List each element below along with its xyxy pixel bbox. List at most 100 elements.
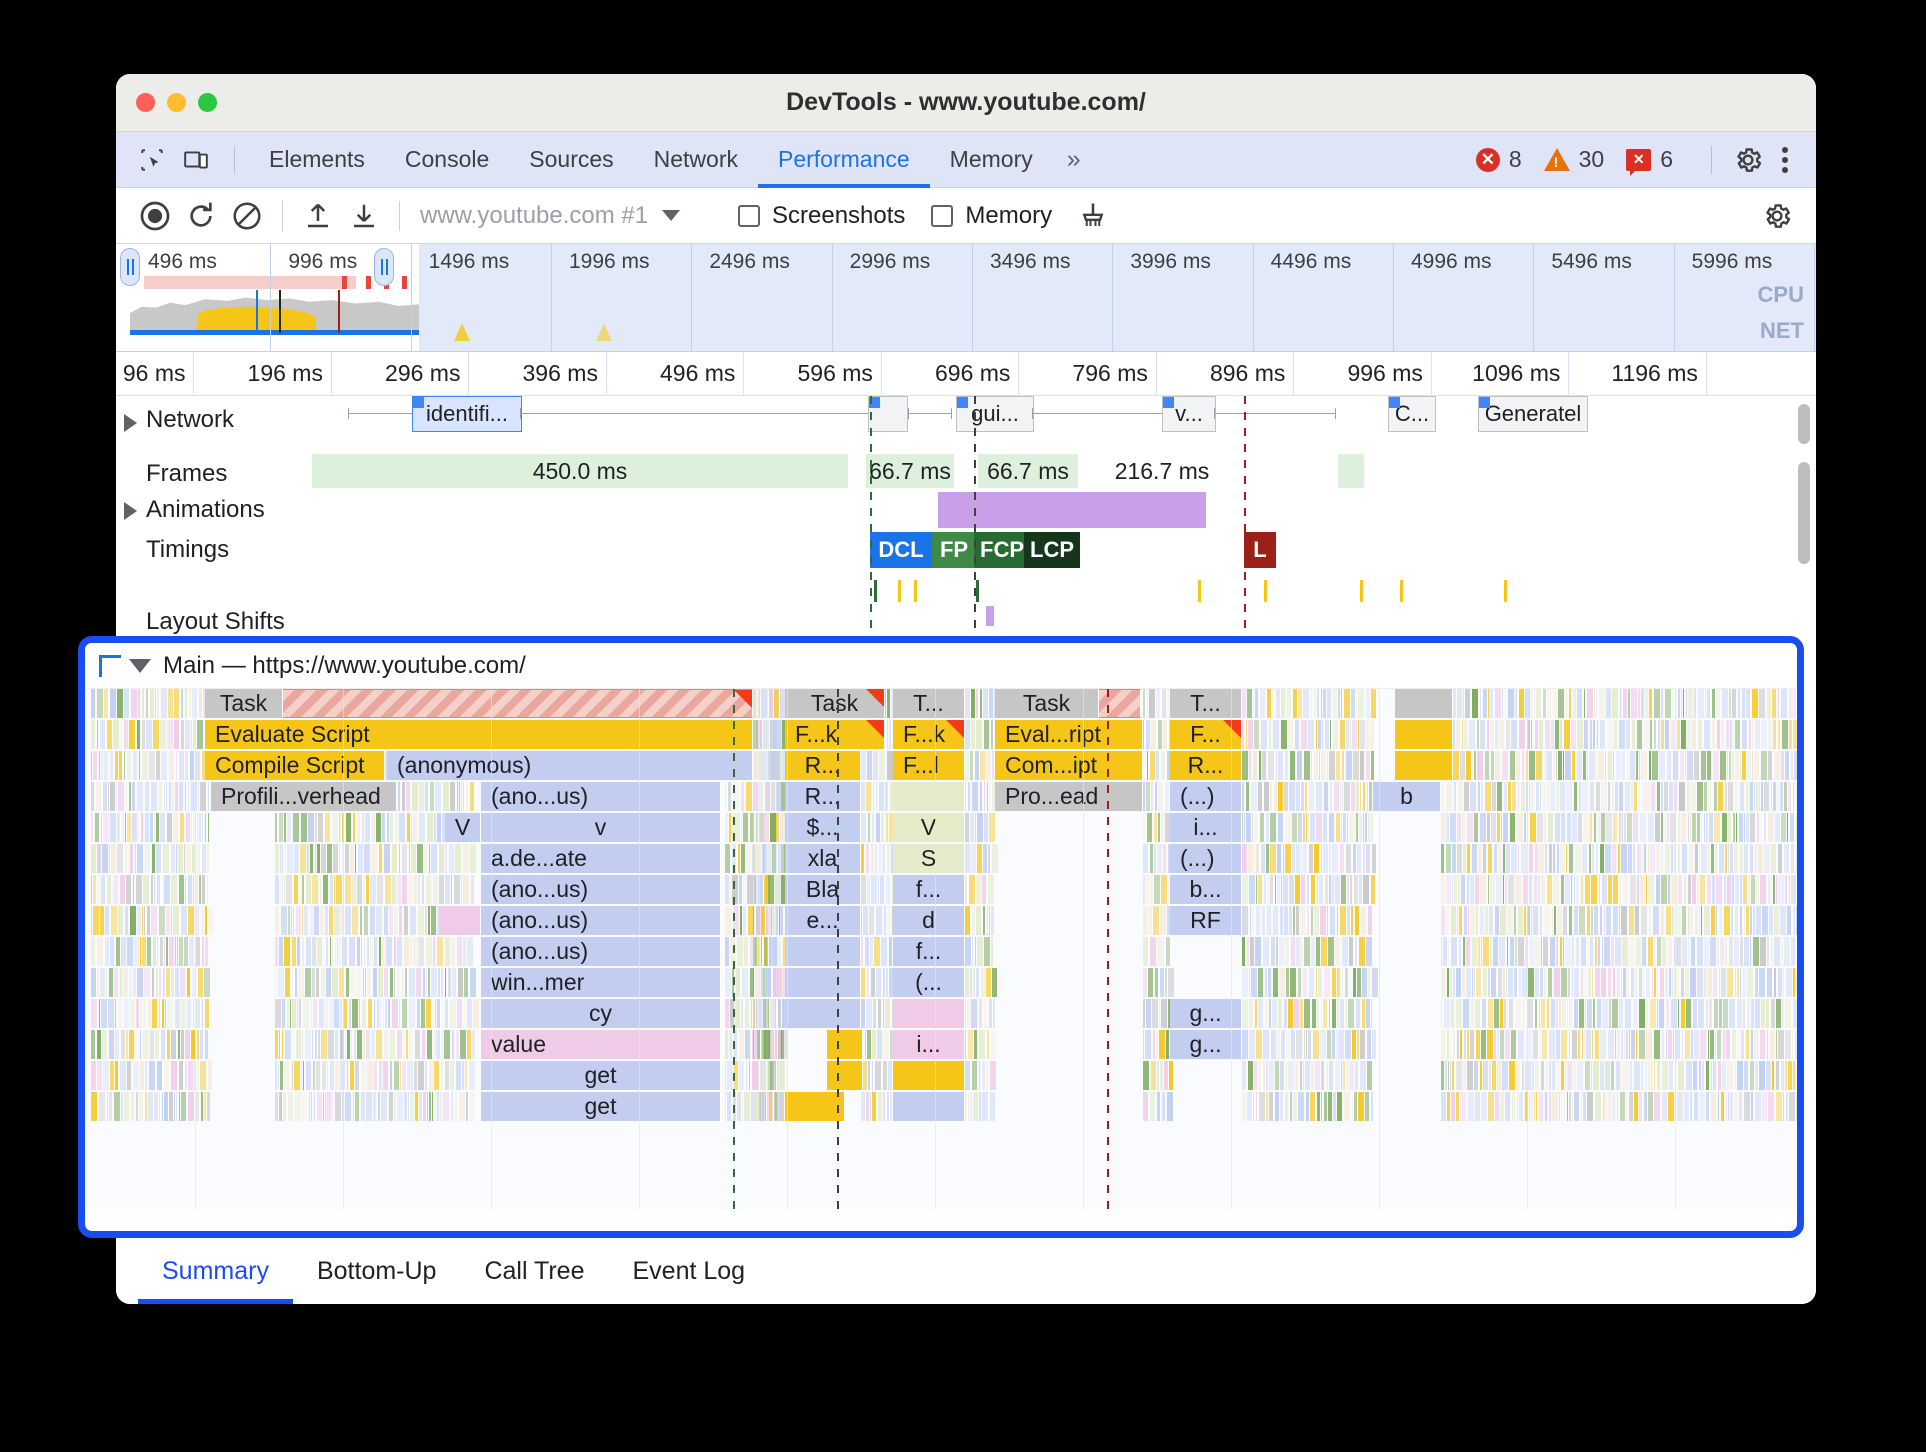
flame-micro-bar[interactable] [1719,999,1722,1028]
flame-micro-bar[interactable] [1575,844,1581,873]
flame-micro-bar[interactable] [1143,1030,1144,1059]
flame-micro-bar[interactable] [1732,875,1734,904]
flame-micro-bar[interactable] [202,875,205,904]
flame-micro-bar[interactable] [1155,968,1158,997]
flame-micro-bar[interactable] [1458,875,1460,904]
flame-micro-bar[interactable] [1635,906,1639,935]
flame-micro-bar[interactable] [1723,1030,1725,1059]
flame-micro-bar[interactable] [91,782,94,811]
flame-micro-bar[interactable] [1654,1092,1660,1121]
flame-micro-bar[interactable] [1744,813,1745,842]
flame-micro-bar[interactable] [1368,906,1372,935]
flame-micro-bar[interactable] [753,751,759,780]
flame-micro-bar[interactable] [1446,906,1449,935]
flame-micro-bar[interactable] [404,1092,407,1121]
flame-micro-bar[interactable] [1534,875,1537,904]
flame-micro-bar[interactable] [1452,844,1456,873]
flame-micro-bar[interactable] [1661,720,1664,749]
flame-micro-bar[interactable] [1608,1092,1612,1121]
flame-micro-bar[interactable] [93,906,99,935]
flame-micro-bar[interactable] [153,937,156,966]
flame-chart[interactable]: Task Task T... Task T... Evaluate Script F...k… [85,689,1797,1209]
flame-micro-bar[interactable] [1441,813,1445,842]
flame-micro-bar[interactable] [116,782,117,811]
flame-micro-bar[interactable] [1793,782,1794,811]
flame-micro-bar[interactable] [1608,1030,1614,1059]
flame-micro-bar[interactable] [1505,1030,1510,1059]
flame-micro-bar[interactable] [1577,751,1582,780]
flame-micro-bar[interactable] [1304,751,1310,780]
flame-micro-bar[interactable] [1587,1092,1593,1121]
flame-micro-bar[interactable] [1518,782,1519,811]
flame-micro-bar[interactable] [765,782,770,811]
flame-micro-bar[interactable] [389,1092,393,1121]
flame-micro-bar[interactable] [1533,906,1538,935]
flame-micro-bar[interactable] [1265,968,1267,997]
flame-micro-bar[interactable] [1665,689,1671,718]
flame-micro-bar[interactable] [1596,844,1598,873]
flame-micro-bar[interactable] [1269,999,1271,1028]
flame-micro-bar[interactable] [445,1061,449,1090]
flame-micro-bar[interactable] [109,968,113,997]
flame-micro-bar[interactable] [1522,999,1525,1028]
flame-micro-bar[interactable] [463,875,469,904]
flame-micro-bar[interactable] [321,968,325,997]
flame-micro-bar[interactable] [1340,782,1341,811]
flame-micro-bar[interactable] [1761,782,1763,811]
flame-micro-bar[interactable] [1254,720,1259,749]
flame-micro-bar[interactable] [91,999,97,1028]
flame-bar-anonymous[interactable]: (anonymous) [387,751,753,780]
flame-micro-bar[interactable] [1641,1061,1643,1090]
flame-micro-bar[interactable] [394,937,396,966]
flame-micro-bar[interactable] [135,1030,139,1059]
flame-micro-bar[interactable] [147,937,151,966]
flame-micro-bar[interactable] [407,1061,413,1090]
flame-micro-bar[interactable] [1621,906,1627,935]
flame-micro-bar[interactable] [861,968,865,997]
flame-micro-bar[interactable] [373,968,377,997]
flame-micro-bar[interactable] [1704,782,1707,811]
flame-micro-bar[interactable] [1636,1030,1637,1059]
flame-micro-bar[interactable] [422,875,424,904]
flame-micro-bar[interactable] [989,999,992,1028]
flame-micro-bar[interactable] [281,906,287,935]
flame-micro-bar[interactable] [394,1061,399,1090]
flame-micro-bar[interactable] [1602,999,1608,1028]
flame-micro-bar[interactable] [140,1030,141,1059]
flame-micro-bar[interactable] [1366,844,1370,873]
flame-micro-bar[interactable] [1535,937,1540,966]
flame-micro-bar[interactable] [1349,1061,1354,1090]
flame-micro-bar[interactable] [1759,782,1760,811]
flame-micro-bar[interactable] [302,937,304,966]
flame-micro-bar[interactable] [1143,751,1145,780]
flame-micro-bar[interactable] [110,689,116,718]
flame-micro-bar[interactable] [1560,937,1562,966]
flame-micro-bar[interactable] [199,875,201,904]
flame-micro-bar[interactable] [1654,720,1656,749]
flame-micro-bar[interactable] [157,1061,162,1090]
flame-micro-bar[interactable] [1355,1061,1358,1090]
flame-micro-bar[interactable] [1157,844,1162,873]
flame-micro-bar[interactable] [316,1061,320,1090]
flame-micro-bar[interactable] [1648,875,1654,904]
flame-micro-bar[interactable] [1365,1092,1369,1121]
flame-micro-bar[interactable] [1627,813,1632,842]
flame-micro-bar[interactable] [1495,1092,1499,1121]
flame-micro-bar[interactable] [1301,720,1307,749]
flame-micro-bar[interactable] [740,906,742,935]
flame-micro-bar[interactable] [980,689,982,718]
flame-micro-bar[interactable] [91,844,96,873]
flame-micro-bar[interactable] [1470,1030,1474,1059]
flame-micro-bar[interactable] [751,999,752,1028]
flame-micro-bar[interactable] [1297,751,1302,780]
flame-micro-bar[interactable] [118,906,123,935]
flame-micro-bar[interactable] [1475,999,1480,1028]
flame-micro-bar[interactable] [887,906,891,935]
flame-micro-bar[interactable] [1772,1061,1774,1090]
flame-micro-bar[interactable] [1329,1061,1333,1090]
flame-micro-bar[interactable] [1303,813,1305,842]
flame-micro-bar[interactable] [441,1061,443,1090]
flame-micro-bar[interactable] [1359,875,1362,904]
flame-micro-bar[interactable] [1358,689,1364,718]
flame-micro-bar[interactable] [1277,875,1280,904]
